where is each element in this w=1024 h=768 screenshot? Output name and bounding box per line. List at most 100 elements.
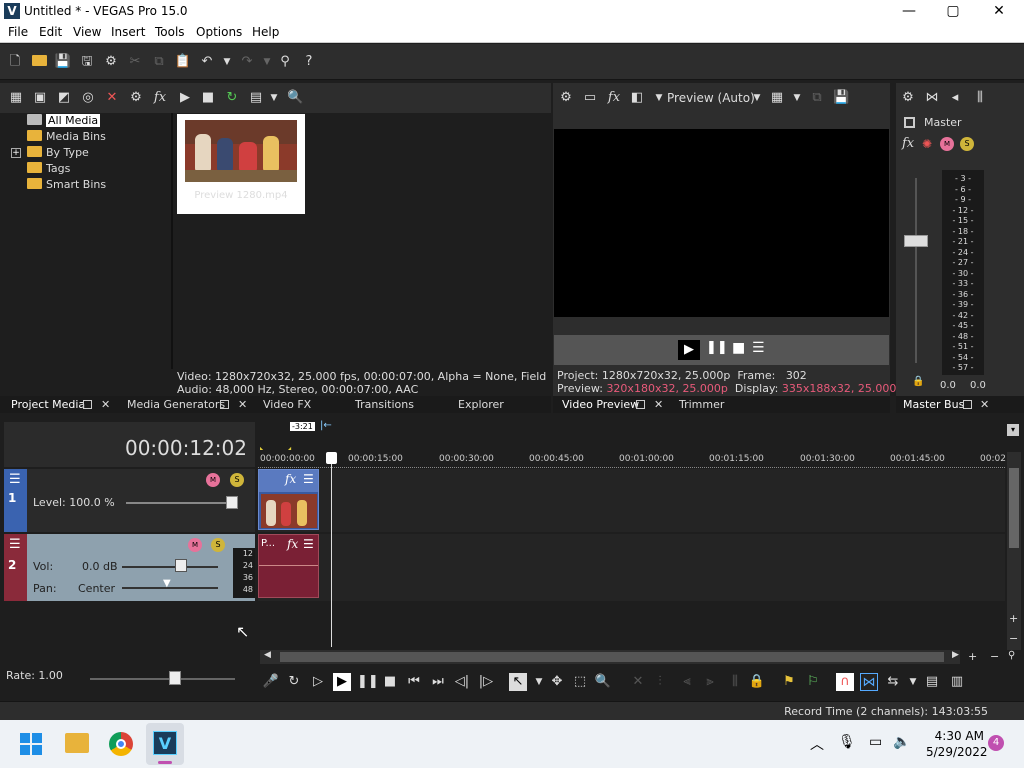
split-dropdown-icon[interactable]: ▼ — [651, 90, 667, 106]
tab-video-preview-close[interactable]: ✕ — [654, 398, 663, 411]
search-icon[interactable]: 🔍 — [287, 90, 303, 106]
menu-insert[interactable]: Insert — [111, 25, 145, 39]
playhead-handle[interactable] — [326, 452, 337, 464]
media-properties-icon[interactable]: ⚙ — [128, 90, 144, 106]
master-checkbox[interactable] — [904, 117, 915, 128]
tab-video-preview[interactable]: Video Preview — [562, 398, 639, 411]
envelope-tool-icon[interactable]: ✥ — [548, 673, 566, 691]
preview-play-icon[interactable]: ▶ — [678, 340, 700, 360]
undo-dropdown-icon[interactable]: ▼ — [218, 53, 236, 71]
microphone-icon[interactable]: 🎙 — [838, 734, 856, 750]
horizontal-scrollbar[interactable]: ◀ — [260, 650, 960, 664]
audio-clip[interactable]: P... fx ☰ — [258, 534, 319, 598]
views-dropdown-icon[interactable]: ▼ — [266, 90, 282, 106]
volume-icon[interactable]: 🔈 — [893, 734, 910, 750]
preview-pause-icon[interactable]: ❚❚ — [706, 340, 728, 355]
media-thumbnail[interactable]: Preview 1280.mp4 — [177, 114, 305, 214]
stop-icon[interactable]: ■ — [200, 90, 216, 106]
snapping-icon[interactable]: ∩ — [836, 673, 854, 691]
vertical-scroll-thumb[interactable] — [1009, 468, 1019, 548]
clip-menu-icon[interactable]: ☰ — [303, 472, 314, 486]
video-clip[interactable]: fx ☰ — [258, 469, 319, 530]
menu-view[interactable]: View — [73, 25, 101, 39]
preview-device-icon[interactable]: ▭ — [582, 90, 598, 106]
save-snapshot-icon[interactable]: 💾 — [833, 90, 849, 106]
lock-preview-icon[interactable]: ▤ — [923, 673, 941, 691]
tab-project-media[interactable]: Project Media — [11, 398, 85, 411]
remove-unused-icon[interactable]: ◎ — [80, 90, 96, 106]
preview-menu-icon[interactable]: ☰ — [752, 340, 765, 356]
horizontal-scroll-thumb[interactable] — [280, 652, 944, 662]
lock-icon[interactable]: 🔒 — [912, 376, 924, 387]
track-menu-icon[interactable]: ☰ — [9, 472, 21, 487]
zoom-edit-tool-icon[interactable]: 🔍 — [594, 673, 612, 691]
tree-item-tags[interactable]: Tags — [27, 162, 70, 175]
track-header-video[interactable]: ☰ 1 M S Level: 100.0 % — [4, 469, 255, 532]
maximize-button[interactable]: ▢ — [930, 0, 976, 23]
downmix-icon[interactable]: ⋈ — [924, 90, 940, 106]
tab-project-media-close[interactable]: ✕ — [101, 398, 110, 411]
go-to-start-icon[interactable]: ⏮ — [405, 673, 423, 691]
level-slider-thumb[interactable] — [226, 496, 238, 509]
ripple-dropdown-icon[interactable]: ▼ — [904, 673, 922, 691]
tab-trimmer[interactable]: Trimmer — [679, 398, 724, 411]
ignore-grouping-icon[interactable]: ⫼ — [726, 673, 744, 691]
overlays-icon[interactable]: ▦ — [769, 90, 785, 106]
fx-icon[interactable]: fx — [152, 90, 168, 106]
zoom-in-horizontal-icon[interactable]: + — [968, 650, 977, 663]
delete-tool-icon[interactable]: ✕ — [629, 673, 647, 691]
split-screen-icon[interactable]: ◧ — [629, 90, 645, 106]
trim-end-icon[interactable]: ⫷ — [678, 673, 696, 691]
menu-file[interactable]: File — [8, 25, 28, 39]
new-icon[interactable]: 🗋 — [6, 53, 24, 71]
pan-slider-thumb[interactable]: ▼ — [163, 578, 171, 589]
network-icon[interactable]: ▭ — [869, 734, 882, 750]
edit-tool-dropdown-icon[interactable]: ▼ — [530, 673, 548, 691]
lock-envelopes-icon[interactable]: 🔒 — [748, 673, 766, 691]
menu-tools[interactable]: Tools — [155, 25, 185, 39]
zoom-out-horizontal-icon[interactable]: − — [990, 650, 999, 663]
menu-help[interactable]: Help — [252, 25, 279, 39]
paste-icon[interactable]: 📋 — [174, 53, 192, 71]
mixer-settings-icon[interactable]: ⚙ — [900, 90, 916, 106]
close-button[interactable]: ✕ — [976, 0, 1022, 23]
split-icon[interactable]: ⫸ — [701, 673, 719, 691]
trim-start-icon[interactable]: ⫶ — [651, 673, 669, 691]
vol-slider-thumb[interactable] — [175, 559, 187, 572]
master-fx-icon[interactable]: fx — [902, 136, 914, 151]
preview-quality[interactable]: Preview (Auto) — [667, 91, 755, 105]
playhead-cursor[interactable] — [331, 455, 332, 647]
time-display[interactable]: 00:00:12:02 — [125, 436, 247, 460]
video-track-lane[interactable] — [258, 469, 1005, 532]
chrome-icon[interactable] — [109, 732, 133, 756]
selection-tool-icon[interactable]: ⬚ — [571, 673, 589, 691]
help-icon[interactable]: ? — [300, 53, 318, 71]
track-header-audio[interactable]: ☰ 2 M S Vol: 0.0 dB Pan: Center ▼ 12 24 … — [4, 534, 255, 601]
preview-settings-icon[interactable]: ⚙ — [558, 90, 574, 106]
preview-stop-icon[interactable]: ■ — [732, 340, 745, 356]
redo-dropdown-icon[interactable]: ▼ — [258, 53, 276, 71]
notification-badge[interactable]: 4 — [988, 735, 1004, 751]
save-as-icon[interactable]: 🖫 — [78, 53, 96, 71]
zoom-tool-icon[interactable]: ⚲ — [1008, 650, 1015, 661]
master-mute-icon[interactable]: M — [940, 137, 954, 151]
dim-output-icon[interactable]: ◂ — [947, 90, 963, 106]
tab-media-generators[interactable]: Media Generators — [127, 398, 225, 411]
menu-options[interactable]: Options — [196, 25, 242, 39]
vertical-scrollbar[interactable]: + − — [1007, 452, 1021, 650]
copy-snapshot-icon[interactable]: ⧉ — [809, 90, 825, 106]
track-menu-icon[interactable]: ☰ — [9, 537, 21, 552]
go-to-end-icon[interactable]: ⏭ — [429, 673, 447, 691]
show-hidden-icons-icon[interactable]: ︿ — [810, 734, 824, 754]
views-icon[interactable]: ▤ — [248, 90, 264, 106]
import-media-icon[interactable]: ▦ — [8, 90, 24, 106]
auto-crossfade-icon[interactable]: ⋈ — [860, 673, 878, 691]
track-mute-icon[interactable]: M — [188, 538, 202, 552]
tab-video-fx[interactable]: Video FX — [263, 398, 311, 411]
tab-master-bus[interactable]: Master Bus — [903, 398, 964, 411]
audio-track-lane[interactable] — [258, 534, 1005, 601]
zoom-out-vertical-icon[interactable]: − — [1009, 632, 1018, 645]
preview-fx-icon[interactable]: fx — [606, 90, 622, 106]
timeline-menu-icon[interactable]: ▾ — [1007, 424, 1019, 436]
timeline-ruler[interactable]: 00:00:00:00 00:00:15:00 00:00:30:00 00:0… — [258, 450, 1006, 468]
